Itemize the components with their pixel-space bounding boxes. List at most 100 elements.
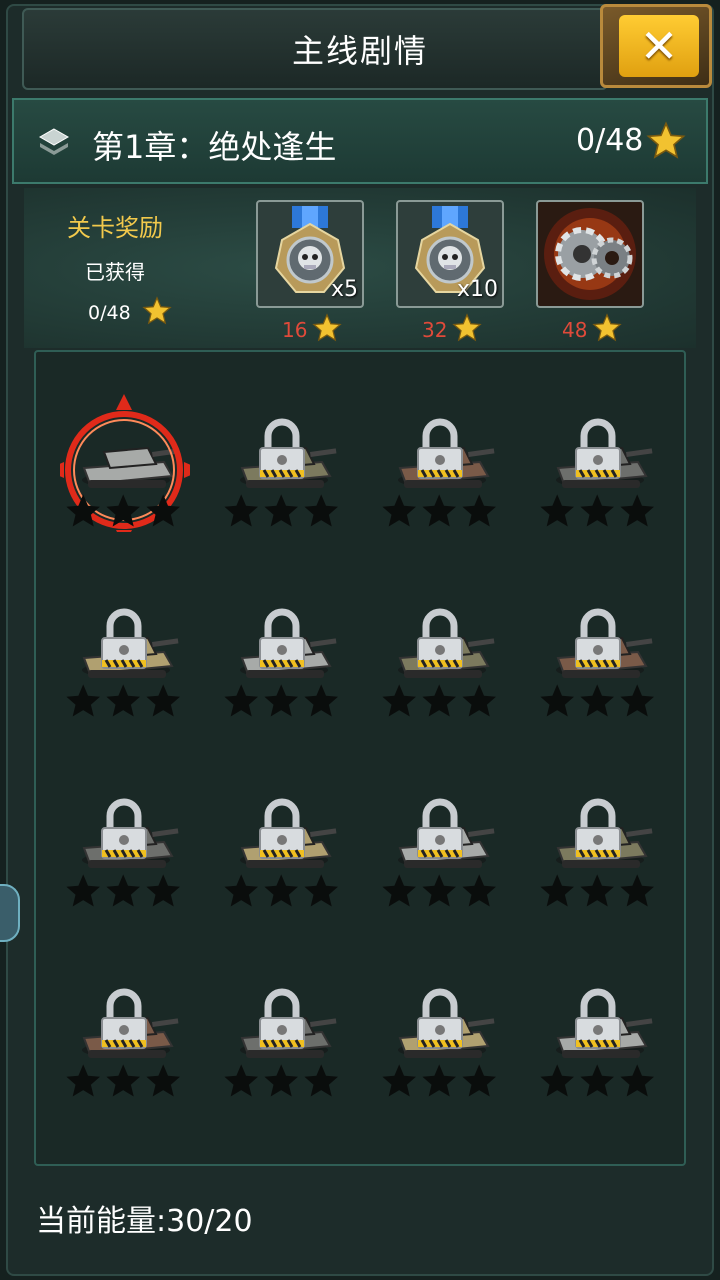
stage-node-3[interactable] (376, 392, 506, 532)
reward-required-stars: 48 (562, 318, 588, 342)
stage-star-icon (422, 684, 456, 717)
reward-count: x5 (330, 277, 358, 302)
stage-star-icon (382, 1064, 416, 1097)
stage-node-7[interactable] (376, 582, 506, 722)
stage-star-icon (462, 874, 496, 907)
star-icon (646, 121, 686, 159)
stage-star-icon (106, 1064, 140, 1097)
stage-star-icon (422, 1064, 456, 1097)
stage-star-icon (580, 874, 614, 907)
stage-node-9[interactable] (60, 772, 190, 912)
locked-tank-icon (382, 608, 496, 717)
stage-star-icon (462, 684, 496, 717)
locked-tank-icon (224, 418, 338, 527)
reward-count: x10 (456, 277, 498, 302)
locked-tank-icon (66, 608, 180, 717)
close-button[interactable]: ✕ (600, 4, 712, 88)
tank-icon (60, 394, 190, 532)
stage-star-icon (264, 874, 298, 907)
chapter-title: 第1章：绝处逢生 (92, 128, 337, 166)
stage-star-icon (540, 874, 574, 907)
stage-star-icon (146, 1064, 180, 1097)
stage-node-10[interactable] (218, 772, 348, 912)
stage-node-14[interactable] (218, 962, 348, 1102)
stage-star-icon (106, 684, 140, 717)
locked-tank-icon (540, 988, 654, 1097)
locked-tank-icon (66, 798, 180, 907)
stage-star-icon (304, 684, 338, 717)
locked-tank-icon (382, 418, 496, 527)
locked-tank-icon (540, 418, 654, 527)
stage-star-icon (304, 874, 338, 907)
stage-star-icon (382, 494, 416, 527)
stage-node-12[interactable] (534, 772, 664, 912)
stage-star-icon (66, 684, 100, 717)
star-icon (452, 313, 482, 342)
stage-star-icon (462, 494, 496, 527)
stage-star-icon (224, 1064, 258, 1097)
stage-star-icon (264, 684, 298, 717)
reward-chest-1[interactable]: x5 (256, 200, 364, 308)
reward-chest-3[interactable] (536, 200, 644, 308)
reward-obtained-progress: 0/48 (88, 302, 131, 324)
stage-star-icon (620, 684, 654, 717)
star-icon (592, 313, 622, 342)
locked-tank-icon (224, 608, 338, 717)
stage-node-15[interactable] (376, 962, 506, 1102)
stage-star-icon (304, 1064, 338, 1097)
stage-star-icon (580, 494, 614, 527)
star-icon (142, 296, 172, 325)
stage-star-icon (422, 874, 456, 907)
reward-label: 关卡奖励 (67, 214, 163, 242)
locked-tank-icon (382, 988, 496, 1097)
stage-star-icon (540, 1064, 574, 1097)
locked-tank-icon (382, 798, 496, 907)
stage-star-icon (66, 494, 100, 527)
stage-star-icon (620, 874, 654, 907)
locked-tank-icon (540, 608, 654, 717)
side-drawer-tab[interactable] (0, 884, 20, 942)
stage-star-icon (580, 1064, 614, 1097)
reward-required-stars: 16 (282, 318, 308, 342)
stage-star-icon (620, 1064, 654, 1097)
stage-node-6[interactable] (218, 582, 348, 722)
stage-node-2[interactable] (218, 392, 348, 532)
locked-tank-icon (224, 798, 338, 907)
stage-node-16[interactable] (534, 962, 664, 1102)
stage-star-icon (540, 494, 574, 527)
stage-star-icon (224, 874, 258, 907)
locked-tank-icon (66, 988, 180, 1097)
stage-star-icon (304, 494, 338, 527)
stage-star-icon (224, 684, 258, 717)
locked-tank-icon (224, 988, 338, 1097)
locked-tank-icon (540, 798, 654, 907)
stage-node-8[interactable] (534, 582, 664, 722)
close-icon[interactable]: ✕ (619, 15, 699, 77)
star-icon (312, 313, 342, 342)
stage-star-icon (224, 494, 258, 527)
stage-node-4[interactable] (534, 392, 664, 532)
stage-star-icon (462, 1064, 496, 1097)
chapter-star-progress: 0/48 (576, 123, 644, 158)
stage-star-icon (66, 1064, 100, 1097)
layers-icon (38, 128, 70, 155)
stage-star-icon (382, 874, 416, 907)
stage-node-13[interactable] (60, 962, 190, 1102)
stage-star-icon (106, 874, 140, 907)
stage-star-icon (620, 494, 654, 527)
stage-node-11[interactable] (376, 772, 506, 912)
stage-star-icon (146, 684, 180, 717)
stage-star-icon (146, 874, 180, 907)
stage-star-icon (422, 494, 456, 527)
reward-chest-2[interactable]: x10 (396, 200, 504, 308)
stage-star-icon (264, 494, 298, 527)
stage-star-icon (66, 874, 100, 907)
energy-display: 当前能量:30/20 (36, 1204, 253, 1239)
gear-part-icon (544, 208, 636, 300)
reward-obtained-label: 已获得 (85, 260, 145, 284)
stage-star-icon (540, 684, 574, 717)
stage-node-5[interactable] (60, 582, 190, 722)
stage-node-1[interactable] (60, 392, 190, 532)
stage-star-icon (382, 684, 416, 717)
stage-star-icon (580, 684, 614, 717)
